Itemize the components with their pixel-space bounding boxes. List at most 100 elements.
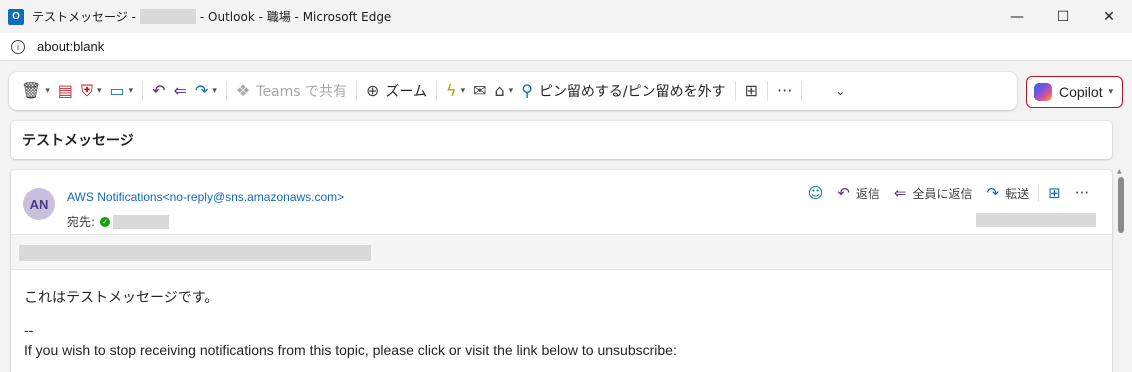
body-line: --: [24, 322, 34, 338]
apps-grid-icon: ⊞: [744, 81, 759, 100]
quick-steps-button[interactable]: ϟ ▾: [442, 77, 469, 105]
message-card: AN AWS Notifications<no-reply@sns.amazon…: [11, 170, 1112, 372]
reply-all-icon: ⇐: [173, 81, 187, 100]
body-line: If you wish to stop receiving notificati…: [24, 342, 677, 358]
apps-grid-icon: ⊞: [1048, 184, 1061, 202]
maximize-button[interactable]: ☐: [1040, 0, 1086, 33]
copilot-icon: [1034, 83, 1052, 101]
ribbon-divider: [436, 81, 438, 101]
forward-label: 転送: [1005, 186, 1030, 201]
copilot-label: Copilot: [1059, 84, 1103, 100]
subject-card: テストメッセージ: [11, 121, 1112, 159]
ribbon-divider: [767, 81, 769, 101]
delete-button[interactable]: 🗑 ▾: [17, 77, 54, 105]
window-title: テストメッセージ - - Outlook - 職場 - Microsoft Ed…: [32, 8, 391, 25]
ribbon-divider: [356, 81, 358, 101]
folder-move-icon: ▭: [109, 81, 125, 100]
scrollbar-thumb[interactable]: [1118, 177, 1124, 233]
forward-icon: ↷: [194, 81, 209, 100]
ribbon-divider: [734, 81, 736, 101]
avatar[interactable]: AN: [23, 188, 55, 220]
report-button[interactable]: ⛨ ▾: [77, 77, 106, 105]
presence-available-icon: ✓: [100, 216, 111, 227]
reply-icon: ↶: [152, 81, 166, 100]
redacted-banner-text: [19, 245, 371, 261]
reply-button[interactable]: ↶: [148, 77, 169, 105]
chevron-down-icon[interactable]: ▾: [97, 86, 102, 96]
zoom-icon: ⊕: [366, 81, 380, 100]
title-bar: O テストメッセージ - - Outlook - 職場 - Microsoft …: [0, 0, 1132, 33]
scroll-up-arrow[interactable]: ▲: [1117, 168, 1122, 175]
message-more-button[interactable]: ···: [1068, 182, 1096, 204]
message-actions: ☺ ↶ 返信 ⇐ 全員に返信 ↷ 転送 ⊞ ···: [801, 182, 1096, 204]
mark-read-button[interactable]: ✉: [469, 77, 490, 105]
window-controls: — ☐ ✕: [994, 0, 1132, 33]
ribbon-divider: [801, 81, 803, 101]
redacted-date: [976, 213, 1096, 227]
reply-all-icon: ⇐: [893, 184, 907, 202]
pin-label: ピン留めする/ピン留めを外す: [538, 84, 726, 100]
message-body: これはテストメッセージです。 -- If you wish to stop re…: [24, 288, 677, 360]
move-button[interactable]: ▭ ▾: [106, 77, 138, 105]
more-options-button[interactable]: ···: [773, 77, 796, 105]
apps-button[interactable]: ⊞: [741, 77, 762, 105]
chevron-down-icon[interactable]: ▾: [461, 86, 466, 96]
chevron-down-icon: ⌄: [835, 84, 846, 98]
smiley-icon: ☺: [807, 184, 824, 202]
ribbon-divider: [142, 81, 144, 101]
body-line: これはテストメッセージです。: [24, 290, 219, 306]
url-text[interactable]: about:blank: [37, 39, 104, 54]
redacted-title-segment: [139, 9, 196, 24]
redacted-recipient[interactable]: [113, 214, 170, 229]
message-subject: テストメッセージ: [22, 133, 134, 149]
ribbon-divider: [225, 81, 227, 101]
expand-ribbon-button[interactable]: ⌄: [831, 77, 849, 105]
message-reply-all-button[interactable]: ⇐ 全員に返信: [887, 182, 980, 204]
flash-icon: ϟ: [446, 81, 457, 100]
pin-button[interactable]: ⚲ ピン留めする/ピン留めを外す: [517, 77, 729, 105]
archive-icon: ▤: [57, 81, 73, 100]
chevron-down-icon[interactable]: ▾: [1109, 87, 1114, 97]
to-label: 宛先:: [67, 215, 96, 229]
forward-icon: ↷: [986, 184, 1000, 202]
reply-all-label: 全員に返信: [912, 186, 973, 201]
chevron-down-icon[interactable]: ▾: [212, 86, 217, 96]
reply-icon: ↶: [837, 184, 850, 202]
close-button[interactable]: ✕: [1086, 0, 1132, 33]
info-banner: [11, 234, 1112, 270]
message-reply-button[interactable]: ↶ 返信: [830, 182, 887, 204]
tag-icon: ⌂: [494, 81, 505, 100]
envelope-open-icon: ✉: [473, 81, 487, 100]
chevron-down-icon[interactable]: ▾: [509, 86, 514, 96]
teams-icon: ❖: [235, 81, 251, 100]
more-icon: ···: [1074, 184, 1089, 202]
address-bar[interactable]: i about:blank: [0, 33, 1132, 61]
sender-name[interactable]: AWS Notifications<no-reply@sns.amazonaws…: [67, 190, 344, 204]
reply-all-button[interactable]: ⇐: [170, 77, 191, 105]
recipient-line: 宛先: ✓: [67, 213, 170, 230]
categorize-button[interactable]: ⌂ ▾: [491, 77, 518, 105]
more-icon: ···: [777, 81, 793, 100]
info-icon[interactable]: i: [11, 39, 25, 54]
message-forward-button[interactable]: ↷ 転送: [980, 182, 1037, 204]
reply-label: 返信: [855, 186, 880, 201]
teams-share-label: Teams で共有: [256, 84, 348, 100]
react-button[interactable]: ☺: [801, 182, 831, 204]
zoom-label: ズーム: [385, 84, 428, 100]
pin-icon: ⚲: [521, 81, 533, 100]
teams-share-button[interactable]: ❖ Teams で共有: [232, 77, 351, 105]
chevron-down-icon[interactable]: ▾: [129, 86, 134, 96]
archive-button[interactable]: ▤: [54, 77, 77, 105]
copilot-button[interactable]: Copilot ▾: [1026, 76, 1123, 108]
trash-icon: 🗑: [21, 81, 42, 100]
window-title-suffix: - Outlook - 職場 - Microsoft Edge: [199, 10, 392, 24]
minimize-button[interactable]: —: [994, 0, 1040, 33]
chevron-down-icon[interactable]: ▾: [45, 86, 50, 96]
forward-button[interactable]: ↷ ▾: [191, 77, 221, 105]
outlook-icon: O: [8, 8, 24, 25]
ribbon-toolbar: 🗑 ▾ ▤ ⛨ ▾ ▭ ▾ ↶ ⇐ ↷ ▾ ❖ Teams で共有 ⊕ ズーム …: [9, 72, 1017, 110]
shield-icon: ⛨: [80, 81, 93, 100]
message-apps-button[interactable]: ⊞: [1041, 182, 1068, 204]
zoom-button[interactable]: ⊕ ズーム: [362, 77, 431, 105]
actions-divider: [1038, 184, 1040, 202]
